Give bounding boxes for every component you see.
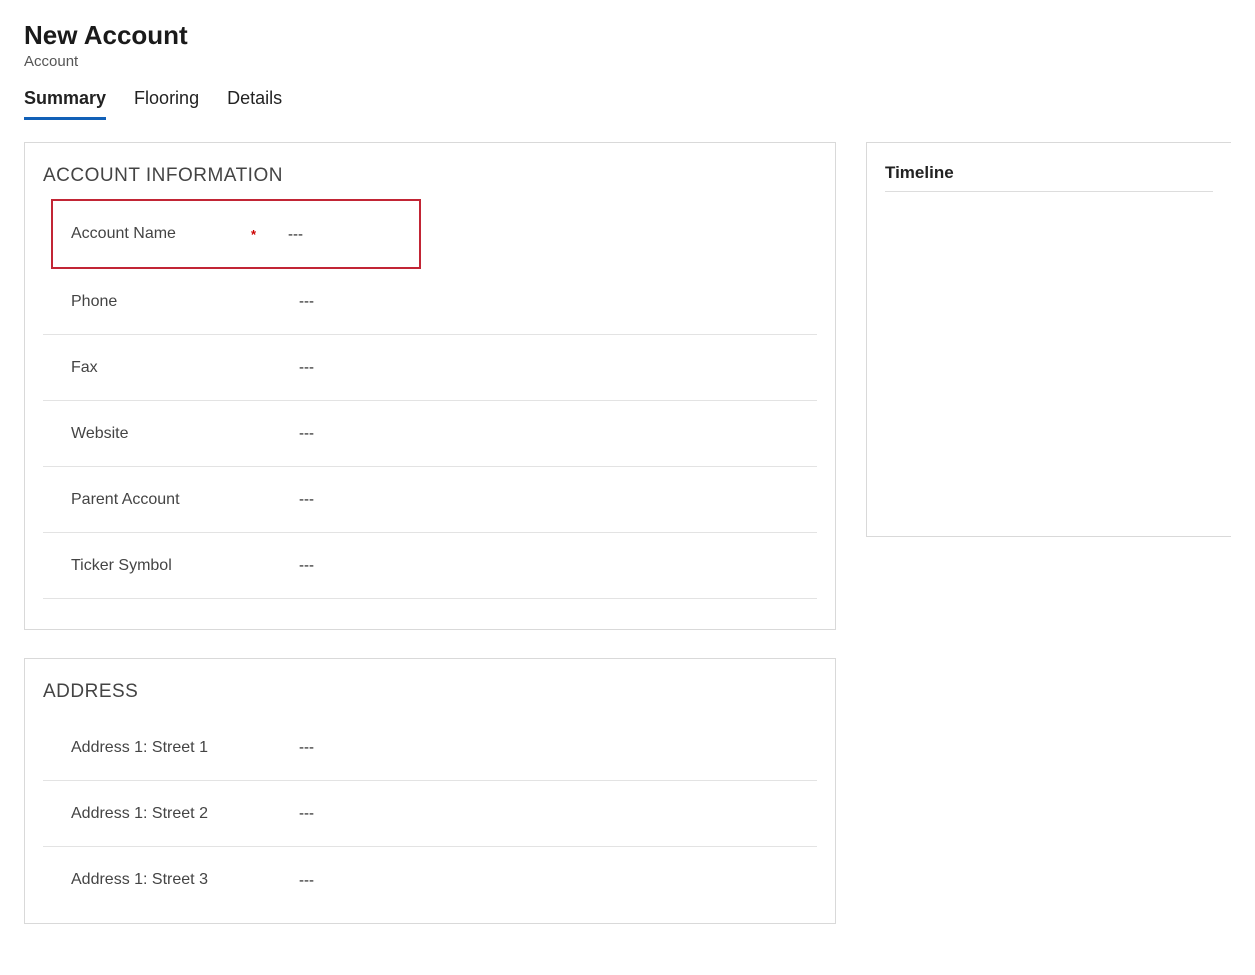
- field-label-wrap: Parent Account: [71, 491, 271, 509]
- field-label-website: Website: [71, 425, 129, 443]
- field-label-wrap: Website: [71, 425, 271, 443]
- tab-flooring[interactable]: Flooring: [134, 88, 199, 120]
- field-phone[interactable]: Phone ---: [43, 269, 817, 335]
- field-label-parent-account: Parent Account: [71, 491, 180, 509]
- field-ticker-symbol[interactable]: Ticker Symbol ---: [43, 533, 817, 599]
- field-address1-street3[interactable]: Address 1: Street 3 ---: [43, 847, 817, 913]
- field-label-wrap: Ticker Symbol: [71, 557, 271, 575]
- field-label-phone: Phone: [71, 293, 117, 311]
- required-indicator-icon: *: [251, 227, 256, 242]
- account-information-title: ACCOUNT INFORMATION: [43, 165, 817, 187]
- field-label-address1-street1: Address 1: Street 1: [71, 739, 208, 757]
- address-panel: ADDRESS Address 1: Street 1 --- Address …: [24, 658, 836, 924]
- left-column: ACCOUNT INFORMATION Account Name * --- P…: [24, 142, 836, 924]
- address-title: ADDRESS: [43, 681, 817, 703]
- field-label-wrap: Address 1: Street 1: [71, 739, 271, 757]
- timeline-title: Timeline: [885, 163, 1213, 192]
- tab-summary[interactable]: Summary: [24, 88, 106, 120]
- field-label-account-name: Account Name: [71, 225, 176, 243]
- page-title: New Account: [24, 20, 1231, 51]
- field-label-address1-street2: Address 1: Street 2: [71, 805, 208, 823]
- account-information-panel: ACCOUNT INFORMATION Account Name * --- P…: [24, 142, 836, 630]
- field-address1-street2[interactable]: Address 1: Street 2 ---: [43, 781, 817, 847]
- right-column: Timeline: [866, 142, 1231, 537]
- field-website[interactable]: Website ---: [43, 401, 817, 467]
- field-value-fax[interactable]: ---: [271, 359, 817, 376]
- field-value-account-name[interactable]: ---: [266, 226, 419, 243]
- field-value-address1-street2[interactable]: ---: [271, 805, 817, 822]
- page-header: New Account Account: [24, 20, 1231, 70]
- field-label-ticker-symbol: Ticker Symbol: [71, 557, 172, 575]
- field-value-ticker-symbol[interactable]: ---: [271, 557, 817, 574]
- field-label-wrap: Address 1: Street 2: [71, 805, 271, 823]
- field-parent-account[interactable]: Parent Account ---: [43, 467, 817, 533]
- field-label-wrap: Fax: [71, 359, 271, 377]
- main-layout: ACCOUNT INFORMATION Account Name * --- P…: [24, 142, 1231, 924]
- field-label-fax: Fax: [71, 359, 98, 377]
- field-value-address1-street1[interactable]: ---: [271, 739, 817, 756]
- field-label-address1-street3: Address 1: Street 3: [71, 871, 208, 889]
- field-account-name[interactable]: Account Name * ---: [51, 199, 421, 269]
- field-label-wrap: Address 1: Street 3: [71, 871, 271, 889]
- field-value-parent-account[interactable]: ---: [271, 491, 817, 508]
- tab-list: Summary Flooring Details: [24, 88, 1231, 120]
- entity-type-label: Account: [24, 53, 1231, 70]
- field-address1-street1[interactable]: Address 1: Street 1 ---: [43, 715, 817, 781]
- field-label-wrap: Phone: [71, 293, 271, 311]
- field-label-wrap: Account Name *: [71, 225, 266, 243]
- tab-details[interactable]: Details: [227, 88, 282, 120]
- field-value-phone[interactable]: ---: [271, 293, 817, 310]
- timeline-panel: Timeline: [866, 142, 1231, 537]
- field-fax[interactable]: Fax ---: [43, 335, 817, 401]
- field-value-address1-street3[interactable]: ---: [271, 872, 817, 889]
- field-value-website[interactable]: ---: [271, 425, 817, 442]
